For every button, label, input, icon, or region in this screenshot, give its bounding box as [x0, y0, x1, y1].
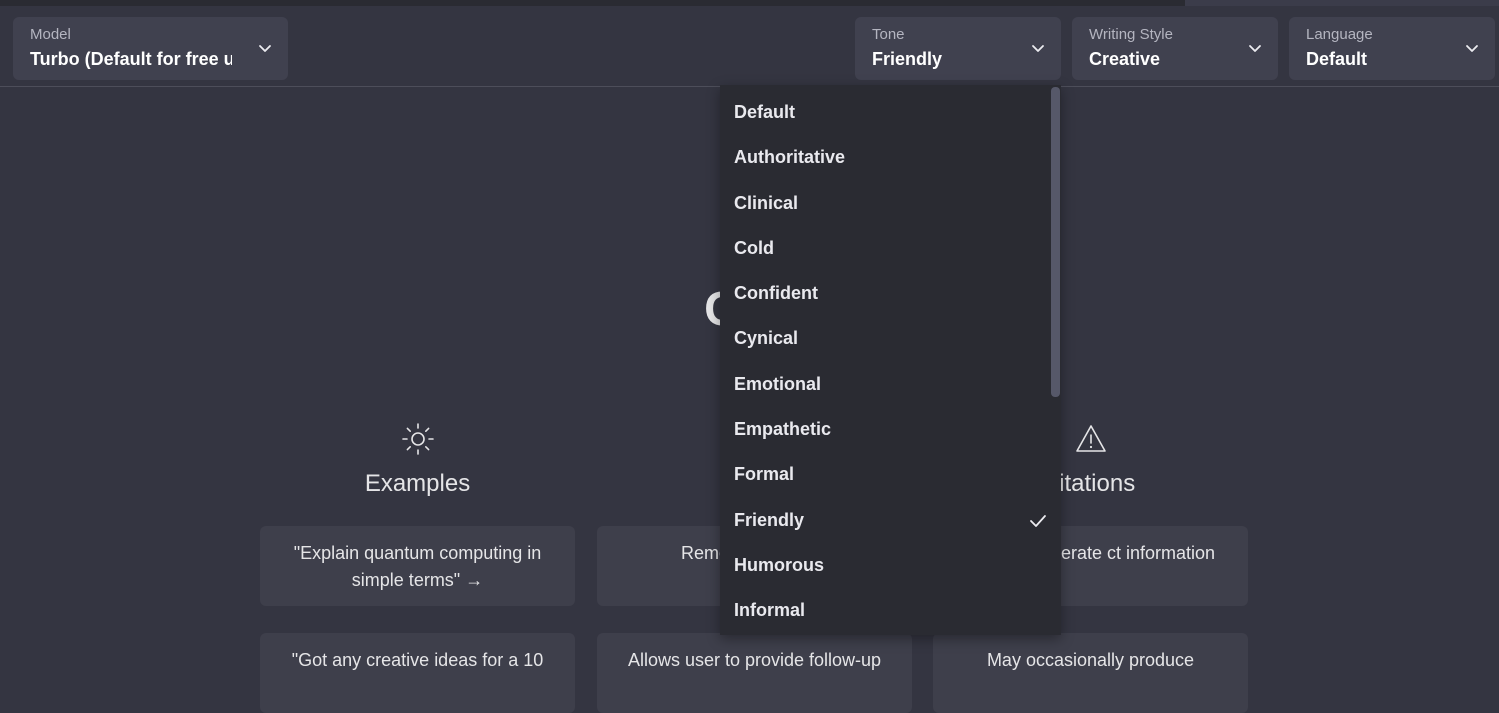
tone-option-humorous[interactable]: Humorous — [720, 543, 1061, 588]
capability-card: Allows user to provide follow-up — [597, 633, 912, 713]
tone-option-cynical[interactable]: Cynical — [720, 316, 1061, 361]
language-select-value: Default — [1306, 49, 1368, 69]
model-select-value: Turbo (Default for free u — [30, 49, 232, 69]
tone-option-friendly[interactable]: Friendly — [720, 498, 1061, 543]
tone-option-confident[interactable]: Confident — [720, 271, 1061, 316]
writing-style-select-value: Creative — [1089, 49, 1161, 69]
language-select[interactable]: Language Default — [1289, 17, 1495, 80]
chevron-down-icon — [259, 45, 271, 52]
writing-style-select[interactable]: Writing Style Creative — [1072, 17, 1278, 80]
tone-option-informal[interactable]: Informal — [720, 588, 1061, 633]
dropdown-scrollbar-track[interactable] — [1049, 85, 1061, 635]
model-select[interactable]: Model Turbo (Default for free u — [13, 17, 288, 80]
tone-option-authoritative[interactable]: Authoritative — [720, 135, 1061, 180]
chevron-down-icon — [1032, 45, 1044, 52]
language-select-label: Language — [1306, 26, 1373, 43]
dropdown-scrollbar-thumb[interactable] — [1051, 87, 1060, 397]
tone-option-empathetic[interactable]: Empathetic — [720, 407, 1061, 452]
examples-title: Examples — [364, 470, 471, 497]
tone-option-formal[interactable]: Formal — [720, 452, 1061, 497]
tone-option-default[interactable]: Default — [720, 90, 1061, 135]
settings-toolbar: Model Turbo (Default for free u Tone Fri… — [0, 6, 1499, 87]
tone-select-value: Friendly — [872, 49, 943, 69]
tone-option-clinical[interactable]: Clinical — [720, 181, 1061, 226]
tone-select[interactable]: Tone Friendly — [855, 17, 1061, 80]
sun-icon — [401, 423, 434, 455]
examples-column: Examples — [260, 422, 575, 498]
warning-icon — [1075, 425, 1106, 452]
writing-style-select-label: Writing Style — [1089, 26, 1173, 43]
chevron-down-icon — [1249, 45, 1261, 52]
chevron-down-icon — [1466, 45, 1478, 52]
tone-option-emotional[interactable]: Emotional — [720, 362, 1061, 407]
tone-dropdown-menu: Default Authoritative Clinical Cold Conf… — [720, 85, 1061, 635]
tone-option-cold[interactable]: Cold — [720, 226, 1061, 271]
model-select-label: Model — [30, 26, 71, 43]
tone-select-label: Tone — [872, 26, 905, 43]
example-card[interactable]: "Got any creative ideas for a 10 — [260, 633, 575, 713]
checkmark-icon — [1030, 514, 1046, 527]
tone-option-friendly-label: Friendly — [734, 509, 805, 530]
example-card[interactable]: "Explain quantum computing in simple ter… — [260, 526, 575, 606]
limitation-card: May occasionally produce — [933, 633, 1248, 713]
